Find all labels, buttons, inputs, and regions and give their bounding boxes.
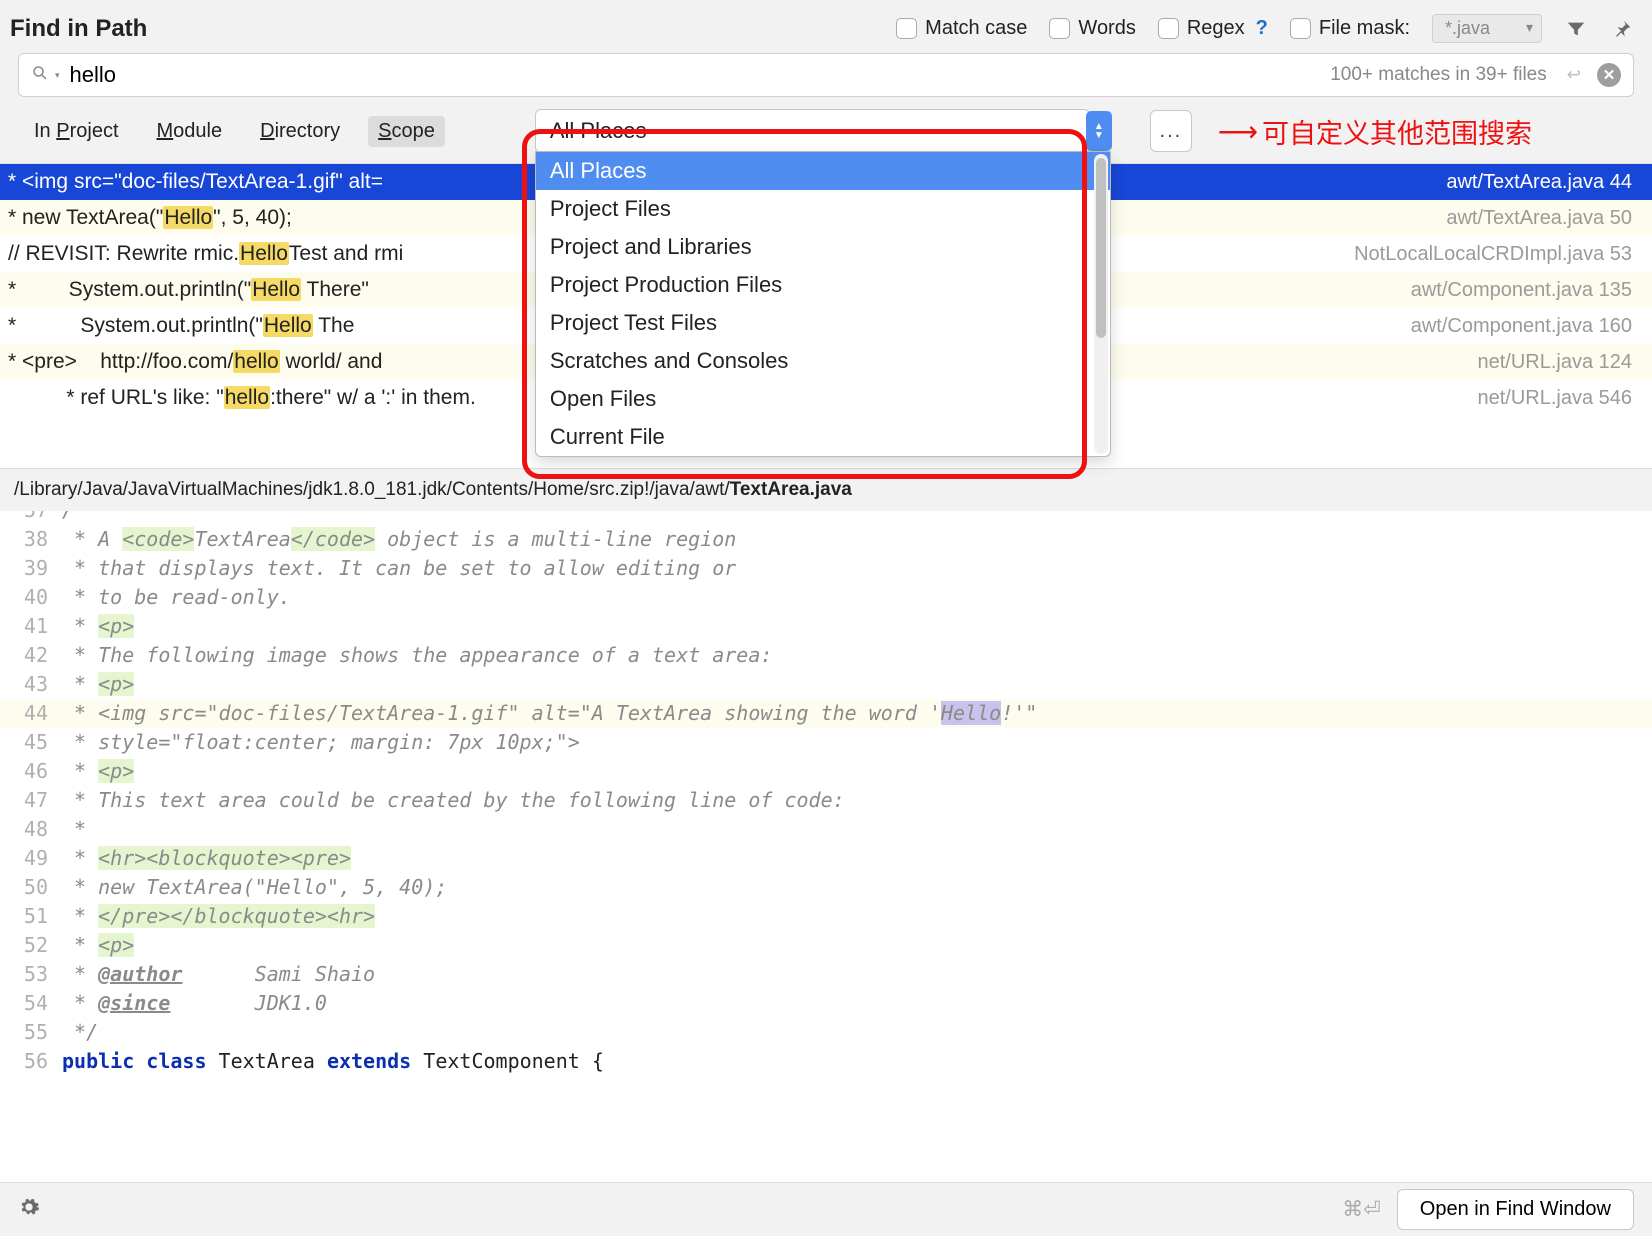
annotation-text: 可自定义其他范围搜索: [1262, 112, 1532, 151]
match-count: 100+ matches in 39+ files: [1330, 64, 1547, 86]
code-preview[interactable]: 37/**38 * A <code>TextArea</code> object…: [0, 511, 1652, 1182]
code-line: 41 * <p>: [0, 612, 1652, 641]
scope-select-arrows-icon[interactable]: ▲▼: [1086, 111, 1112, 151]
tab-scope[interactable]: Scope: [368, 116, 445, 147]
code-line: 53 * @author Sami Shaio: [0, 960, 1652, 989]
file-mask-input[interactable]: [1290, 18, 1311, 39]
scope-option[interactable]: Project Files: [536, 190, 1110, 228]
tab-module[interactable]: Module: [147, 116, 233, 147]
tab-in-project[interactable]: In Project: [24, 116, 129, 147]
match-case-checkbox[interactable]: Match case: [896, 17, 1027, 40]
enter-icon: ↩: [1567, 65, 1581, 85]
code-line: 48 *: [0, 815, 1652, 844]
scope-option[interactable]: Open Files: [536, 380, 1110, 418]
filter-icon[interactable]: [1564, 17, 1588, 41]
search-input[interactable]: [70, 62, 1321, 88]
code-line: 52 * <p>: [0, 931, 1652, 960]
annotation: ⟶ 可自定义其他范围搜索: [1218, 112, 1532, 151]
file-mask-select[interactable]: *.java: [1432, 14, 1542, 43]
scope-tabs: In Project Module Directory Scope All Pl…: [0, 109, 1652, 163]
code-line: 37/**: [0, 511, 1652, 525]
dropdown-scrollbar[interactable]: [1094, 154, 1108, 454]
regex-help-icon[interactable]: ?: [1256, 17, 1268, 40]
scope-option[interactable]: Project Test Files: [536, 304, 1110, 342]
tab-directory[interactable]: Directory: [250, 116, 350, 147]
regex-checkbox[interactable]: Regex ?: [1158, 17, 1268, 40]
search-icon: [31, 64, 49, 87]
scope-option[interactable]: All Places: [536, 152, 1110, 190]
custom-scope-button[interactable]: ...: [1150, 110, 1192, 152]
code-line: 56public class TextArea extends TextComp…: [0, 1047, 1652, 1076]
code-line: 47 * This text area could be created by …: [0, 786, 1652, 815]
code-line: 49 * <hr><blockquote><pre>: [0, 844, 1652, 873]
header: Find in Path Match case Words Regex ? Fi…: [0, 0, 1652, 53]
file-mask-checkbox[interactable]: File mask:: [1290, 17, 1410, 40]
clear-button[interactable]: ✕: [1597, 63, 1621, 87]
code-line: 43 * <p>: [0, 670, 1652, 699]
code-line: 54 * @since JDK1.0: [0, 989, 1652, 1018]
scope-option[interactable]: Project Production Files: [536, 266, 1110, 304]
words-checkbox[interactable]: Words: [1049, 17, 1135, 40]
code-line: 42 * The following image shows the appea…: [0, 641, 1652, 670]
scope-option[interactable]: Project and Libraries: [536, 228, 1110, 266]
code-line: 39 * that displays text. It can be set t…: [0, 554, 1652, 583]
scope-option[interactable]: Scratches and Consoles: [536, 342, 1110, 380]
code-line: 51 * </pre></blockquote><hr>: [0, 902, 1652, 931]
gear-icon[interactable]: [18, 1196, 40, 1224]
words-input[interactable]: [1049, 18, 1070, 39]
code-line: 45 * style="float:center; margin: 7px 10…: [0, 728, 1652, 757]
code-line: 40 * to be read-only.: [0, 583, 1652, 612]
regex-input[interactable]: [1158, 18, 1179, 39]
code-line: 38 * A <code>TextArea</code> object is a…: [0, 525, 1652, 554]
dialog-title: Find in Path: [10, 15, 147, 43]
shortcut-hint: ⌘⏎: [1342, 1197, 1381, 1222]
arrow-icon: ⟶: [1218, 115, 1258, 148]
file-path: /Library/Java/JavaVirtualMachines/jdk1.8…: [0, 468, 1652, 511]
open-in-find-window-button[interactable]: Open in Find Window: [1397, 1189, 1634, 1230]
search-field[interactable]: ▾ 100+ matches in 39+ files ↩ ✕: [18, 53, 1634, 97]
match-case-input[interactable]: [896, 18, 917, 39]
pin-icon[interactable]: [1610, 17, 1634, 41]
code-line: 55 */: [0, 1018, 1652, 1047]
code-line: 50 * new TextArea("Hello", 5, 40);: [0, 873, 1652, 902]
code-line: 46 * <p>: [0, 757, 1652, 786]
scope-dropdown: All PlacesProject FilesProject and Libra…: [535, 151, 1111, 457]
scope-select[interactable]: All Places: [535, 109, 1090, 153]
footer: ⌘⏎ Open in Find Window: [0, 1182, 1652, 1236]
scope-option[interactable]: Current File: [536, 418, 1110, 456]
search-history-icon[interactable]: ▾: [55, 70, 60, 81]
code-line: 44 * <img src="doc-files/TextArea-1.gif"…: [0, 699, 1652, 728]
